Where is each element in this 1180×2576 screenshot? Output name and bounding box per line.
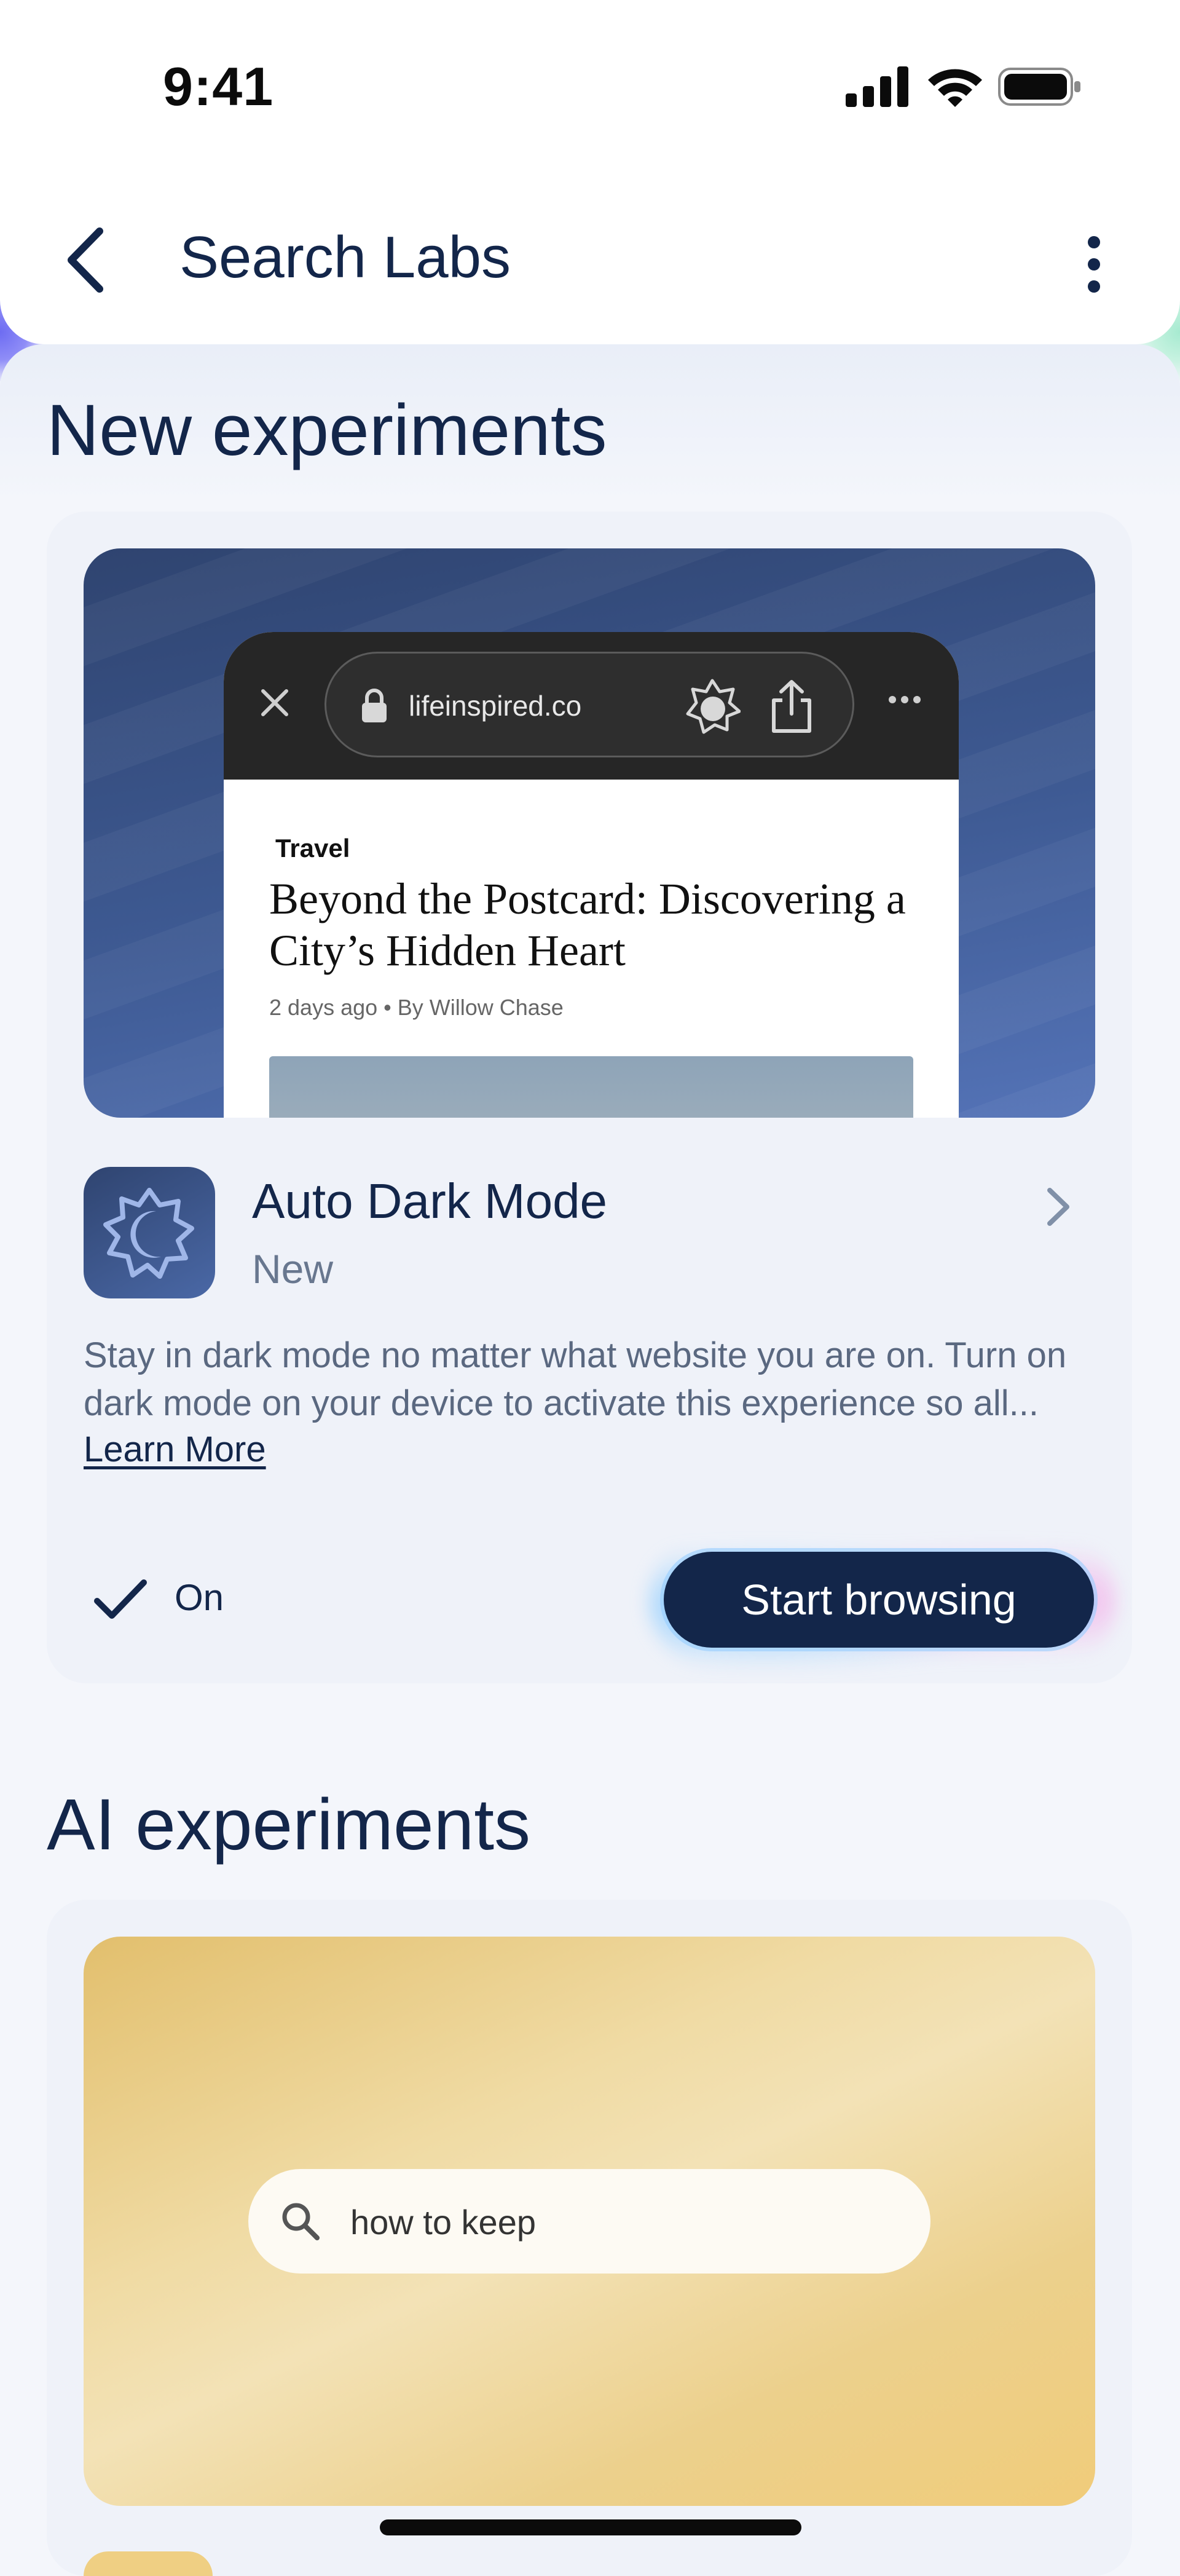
page-title: Search Labs [179,224,511,290]
status-label: On [175,1577,224,1618]
section-title-new-experiments: New experiments [47,390,607,471]
dark-mode-star-icon [103,1188,194,1279]
home-indicator [380,2519,801,2535]
start-browsing-button[interactable]: Start browsing [664,1552,1094,1648]
section-title-ai-experiments: AI experiments [47,1784,530,1865]
lock-icon [362,689,387,722]
close-icon [261,689,288,716]
experiment-description: Stay in dark mode no matter what website… [84,1335,1067,1423]
article-meta: 2 days ago • By Willow Chase [269,995,564,1020]
article-image [269,1056,913,1118]
wifi-icon [928,69,982,107]
brightness-icon [686,679,741,734]
check-icon [94,1579,147,1619]
auto-dark-mode-app-icon [84,1167,215,1298]
more-horiz-icon [889,696,921,703]
app-header [0,148,1180,344]
search-bar-mockup: how to keep [248,2169,930,2274]
status-time: 9:41 [163,56,274,117]
experiment-name[interactable]: Auto Dark Mode [252,1173,607,1230]
signal-icon [846,66,908,107]
article-category: Travel [275,834,350,863]
battery-icon [998,68,1080,106]
ai-experiment-app-icon [84,2551,213,2576]
url-text: lifeinspired.co [409,690,582,722]
experiment-badge: New [252,1246,334,1292]
article-title: Beyond the Postcard: Discovering a City’… [269,874,906,975]
chevron-right-icon[interactable] [1046,1187,1071,1227]
experiment-preview-image: lifeinspired.co Travel Beyond the Postca… [84,548,1095,1118]
ai-experiment-preview-image: how to keep [84,1937,1095,2506]
share-icon [772,680,811,733]
search-query-text: how to keep [350,2203,536,2242]
browser-toolbar: lifeinspired.co [224,632,959,780]
phone-mockup: lifeinspired.co Travel Beyond the Postca… [224,632,959,1118]
url-bar: lifeinspired.co [324,652,854,757]
search-icon [282,2203,320,2240]
more-vert-icon[interactable] [1082,234,1106,295]
back-arrow-icon[interactable] [61,226,111,294]
learn-more-link[interactable]: Learn More [84,1429,266,1470]
